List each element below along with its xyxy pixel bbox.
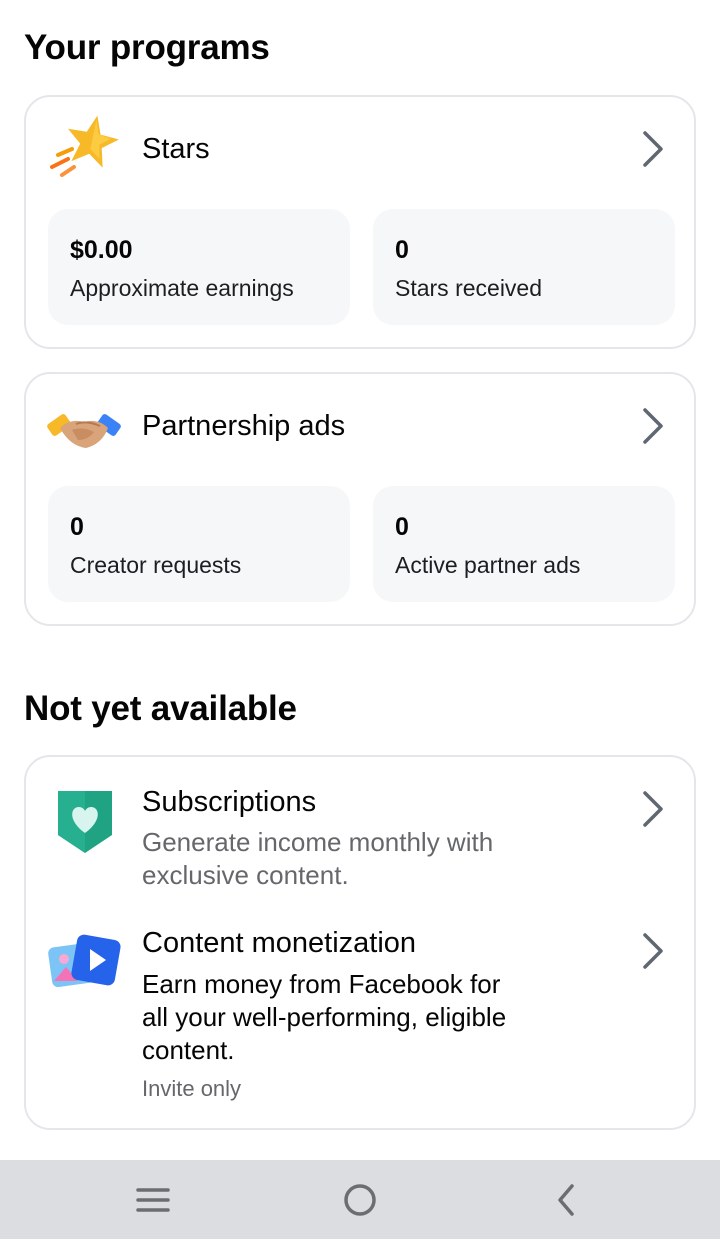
menu-icon[interactable] [130,1178,176,1222]
content-monetization-title: Content monetization [142,927,417,959]
chevron-right-icon[interactable] [640,407,666,445]
chevron-right-icon[interactable] [640,130,666,168]
star-icon [50,115,119,177]
stat-value: 0 [70,513,84,541]
stat-label: Stars received [395,275,543,301]
stat-label: Active partner ads [395,552,581,578]
partnership-title: Partnership ads [142,410,346,442]
subscriptions-description: Generate income monthly with exclusive c… [142,826,493,892]
stat-value: $0.00 [70,236,133,264]
stat-value: 0 [395,513,409,541]
handshake-icon [47,414,121,448]
description-line: Generate income monthly with [142,827,494,857]
system-navigation-bar [0,1160,720,1239]
subscriptions-row[interactable]: Subscriptions Generate income monthly wi… [26,757,694,907]
description-line: content. [142,1035,235,1065]
stat-value: 0 [395,236,409,264]
stat-active-partner-ads: 0 Active partner ads [373,486,675,602]
stat-stars-received: 0 Stars received [373,209,675,325]
partnership-header[interactable]: Partnership ads [26,374,694,478]
media-icon [48,934,121,988]
partnership-ads-card[interactable]: Partnership ads 0 Creator requests 0 Act… [24,372,696,626]
stat-label: Approximate earnings [70,275,294,301]
content-monetization-description: Earn money from Facebook for all your we… [142,968,506,1067]
stars-header[interactable]: Stars [26,97,694,201]
home-circle-icon[interactable] [337,1178,383,1222]
content-monetization-row[interactable]: Content monetization Earn money from Fac… [26,907,694,1127]
stars-card[interactable]: Stars $0.00 Approximate earnings 0 Stars… [24,95,696,349]
back-icon[interactable] [544,1178,590,1222]
stat-approximate-earnings: $0.00 Approximate earnings [48,209,350,325]
section-title-unavailable: Not yet available [24,689,297,728]
section-title-programs: Your programs [24,28,270,67]
heart-badge-icon [58,791,112,853]
unavailable-programs-card: Subscriptions Generate income monthly wi… [24,755,696,1130]
description-line: all your well-performing, eligible [142,1002,507,1032]
description-line: exclusive content. [142,860,349,890]
stat-creator-requests: 0 Creator requests [48,486,350,602]
subscriptions-title: Subscriptions [142,786,317,818]
chevron-right-icon[interactable] [640,790,666,828]
invite-only-note: Invite only [142,1076,242,1101]
description-line: Earn money from Facebook for [142,969,501,999]
stat-label: Creator requests [70,552,242,578]
chevron-right-icon[interactable] [640,932,666,970]
stars-title: Stars [142,133,210,165]
